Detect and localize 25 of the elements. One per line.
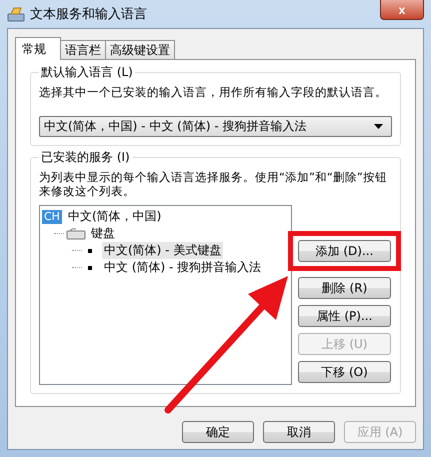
window-title: 文本服务和输入语言 [30,6,147,23]
keyboard-icon [7,6,25,22]
language-badge: CH [42,210,62,224]
bullet-icon [88,266,92,270]
tree-item[interactable]: 中文 (简体) - 搜狗拼音输入法 [102,259,264,276]
dialog-button[interactable]: 属性 (P)... [298,305,391,327]
dialog-button[interactable]: 添加 (D)... [298,240,391,262]
tab[interactable]: 常规 [15,37,61,60]
dialog-button[interactable]: 下移 (O) [298,361,391,383]
description-text: 选择其中一个已安装的输入语言，用作所有输入字段的默认语言。 [39,85,388,99]
dialog-button[interactable]: 删除 (R) [298,277,391,299]
description-text: 为列表中显示的每个输入语言选择服务。使用“添加”和“删除”按钮来修改这个列表。 [39,170,388,198]
dialog-button[interactable]: 取消 [263,421,335,443]
tab[interactable]: 语言栏 [60,40,106,59]
tab[interactable]: 高级键设置 [105,40,175,59]
group-title: 默认输入语言 (L) [39,65,135,80]
dialog-button[interactable]: 确定 [182,421,254,443]
bullet-icon [88,248,92,252]
tree-item[interactable]: 中文(简体，中国) [66,208,164,225]
keyboard-icon [66,228,86,240]
dropdown-arrow-icon [374,124,383,129]
language-dropdown[interactable]: 中文(简体，中国) - 中文 (简体) - 搜狗拼音输入法 [39,116,392,137]
group-title: 已安装的服务 (I) [39,150,132,165]
tree-item[interactable]: 键盘 [89,225,117,242]
tree-item[interactable]: 中文(简体) - 美式键盘 [102,242,224,259]
